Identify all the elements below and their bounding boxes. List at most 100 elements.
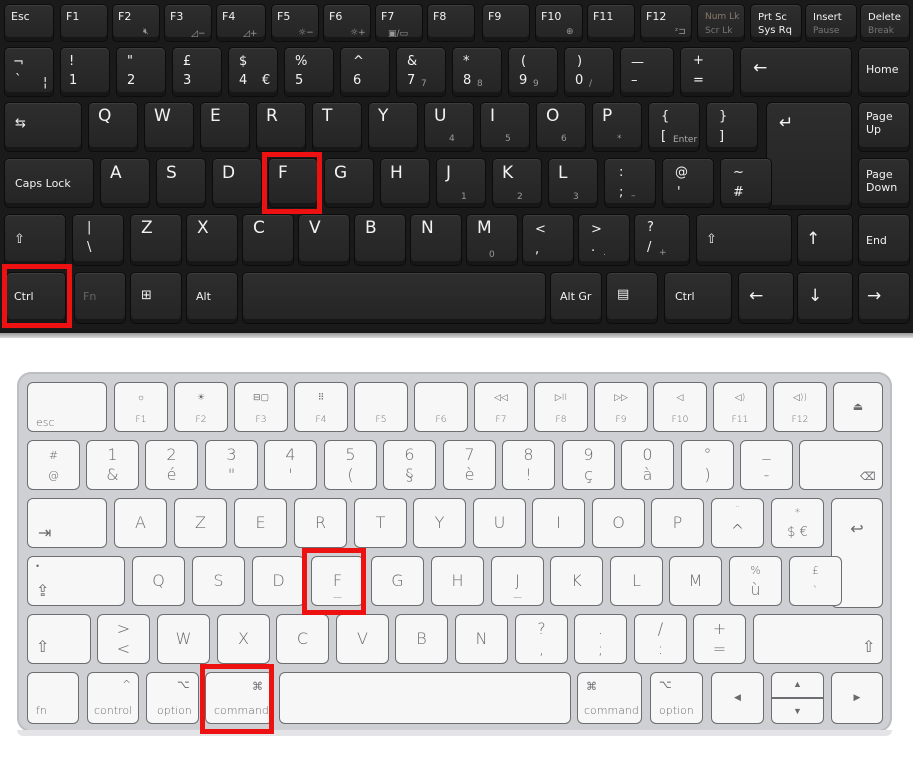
key-f2[interactable]: ☀ F2	[174, 382, 228, 432]
key-f12[interactable]: ◁)) F12	[773, 382, 827, 432]
key-d[interactable]: D	[212, 158, 262, 208]
key-enter[interactable]: ↵	[766, 102, 852, 210]
key-f9[interactable]: F9	[482, 4, 530, 42]
key-0[interactable]: ) 0/	[564, 47, 614, 97]
key-windows[interactable]: ⊞	[130, 272, 182, 324]
key-u[interactable]: U	[473, 498, 526, 548]
key-delete[interactable]: ⌫	[799, 440, 883, 490]
key-m[interactable]: M	[669, 556, 722, 606]
key-f11[interactable]: ◁) F11	[713, 382, 767, 432]
key-f10[interactable]: F10 ⊕	[535, 4, 583, 42]
key-print-screen[interactable]: Prt Sc Sys Rq	[750, 4, 802, 42]
key-r[interactable]: R	[294, 498, 347, 548]
key-end[interactable]: End	[858, 214, 910, 266]
key-n[interactable]: N	[410, 214, 462, 266]
key-arrow-down[interactable]: ▼	[771, 698, 824, 724]
key-j[interactable]: J —	[491, 556, 544, 606]
key-arrow-right[interactable]: ▶	[831, 672, 883, 724]
key-numlock[interactable]: Num Lk Scr Lk	[697, 4, 745, 42]
key-right-shift[interactable]: ⇧	[753, 614, 883, 664]
key-tab[interactable]: ⇆	[4, 102, 82, 152]
key-backtick[interactable]: ¬ ` ¦	[4, 47, 54, 97]
key-num-7[interactable]: 7è	[443, 440, 496, 490]
key-minus[interactable]: — –	[620, 47, 674, 97]
key-command-left[interactable]: ⌘ command	[205, 672, 273, 724]
key-x[interactable]: X	[186, 214, 238, 266]
key-left-shift[interactable]: ⇧	[4, 214, 66, 266]
key-o[interactable]: O6	[536, 102, 586, 152]
key-f4[interactable]: ⠿ F4	[294, 382, 348, 432]
key-f8[interactable]: ▷II F8	[534, 382, 588, 432]
key-z[interactable]: Z	[174, 498, 227, 548]
key-ctrl-left[interactable]: Ctrl	[6, 272, 66, 324]
key-alt[interactable]: Alt	[186, 272, 238, 324]
key-ctrl-right[interactable]: Ctrl	[664, 272, 732, 324]
key-v[interactable]: V	[298, 214, 350, 266]
key-f3[interactable]: ⊟▢ F3	[234, 382, 288, 432]
key-circumflex[interactable]: ¨ ^	[711, 498, 764, 548]
key-h[interactable]: H	[380, 158, 430, 208]
key-f2[interactable]: F2 🔇︎	[112, 4, 160, 42]
key-num-0[interactable]: # @	[27, 440, 80, 490]
key-arrow-down[interactable]: ↓	[797, 272, 853, 324]
key-i[interactable]: I5	[480, 102, 530, 152]
key-o[interactable]: O	[592, 498, 645, 548]
key-7[interactable]: & 7 7	[396, 47, 446, 97]
key-num-4[interactable]: 4 '	[264, 440, 317, 490]
key-dollar[interactable]: * $ €	[771, 498, 824, 548]
key-arrow-up[interactable]: ▲	[771, 672, 824, 698]
key-slash[interactable]: ? / +	[634, 214, 690, 266]
key-num-9[interactable]: 9ç	[562, 440, 615, 490]
key-plus[interactable]: + =	[693, 614, 746, 664]
key-equals[interactable]: + =	[680, 47, 734, 97]
key-quote[interactable]: @ '	[662, 158, 714, 208]
key-backslash[interactable]: | \	[72, 214, 124, 266]
key-s[interactable]: S	[192, 556, 245, 606]
key-period[interactable]: .;	[574, 614, 627, 664]
key-fn[interactable]: fn	[27, 672, 79, 724]
key-g[interactable]: G	[324, 158, 374, 208]
key-f6[interactable]: F6	[414, 382, 468, 432]
key-num-5[interactable]: 5(	[324, 440, 377, 490]
key-backspace[interactable]: ←	[740, 47, 852, 97]
key-space[interactable]	[242, 272, 546, 324]
key-num-10[interactable]: 0à	[621, 440, 674, 490]
key-num-1[interactable]: 1 &	[86, 440, 139, 490]
key-f12[interactable]: F12 ᶻ⊐	[640, 4, 692, 42]
key-z[interactable]: Z	[130, 214, 182, 266]
key-insert[interactable]: Insert Pause	[805, 4, 857, 42]
key-f6[interactable]: F6 ☼+	[323, 4, 371, 42]
key-fn[interactable]: Fn	[74, 272, 126, 324]
key-page-down[interactable]: Page Down	[858, 158, 910, 208]
key-num-12[interactable]: _ -	[740, 440, 793, 490]
key-d[interactable]: D	[252, 556, 305, 606]
key-num-6[interactable]: 6 §	[383, 440, 436, 490]
key-e[interactable]: E	[234, 498, 287, 548]
key-p[interactable]: P	[651, 498, 704, 548]
key-pound[interactable]: £ `	[789, 556, 842, 606]
key-l[interactable]: L3	[548, 158, 598, 208]
key-comma[interactable]: <,	[522, 214, 574, 266]
key-semicolon[interactable]: :; –	[604, 158, 656, 208]
key-arrow-left[interactable]: ←	[738, 272, 794, 324]
key-t[interactable]: T	[312, 102, 362, 152]
key-right-bracket[interactable]: }]	[706, 102, 758, 152]
key-t[interactable]: T	[354, 498, 407, 548]
key-right-shift[interactable]: ⇧	[696, 214, 792, 266]
key-f11[interactable]: F11	[587, 4, 635, 42]
key-num-2[interactable]: 2é	[145, 440, 198, 490]
key-f10[interactable]: ◁ F10	[653, 382, 707, 432]
key-caps-lock[interactable]: • ⇪	[27, 556, 125, 606]
key-c[interactable]: C	[276, 614, 329, 664]
key-arrow-up[interactable]: ↑	[797, 214, 853, 266]
key-1[interactable]: ! 1	[60, 47, 110, 97]
key-f3[interactable]: F3 ◿−	[164, 4, 212, 42]
key-context-menu[interactable]: ▤	[606, 272, 658, 324]
key-m[interactable]: M0	[466, 214, 518, 266]
key-x[interactable]: X	[217, 614, 270, 664]
key-f[interactable]: F	[268, 158, 318, 208]
key-u[interactable]: U4	[424, 102, 474, 152]
key-f7[interactable]: ◁◁ F7	[474, 382, 528, 432]
key-esc[interactable]: Esc	[4, 4, 54, 42]
key-slash[interactable]: /:	[634, 614, 687, 664]
